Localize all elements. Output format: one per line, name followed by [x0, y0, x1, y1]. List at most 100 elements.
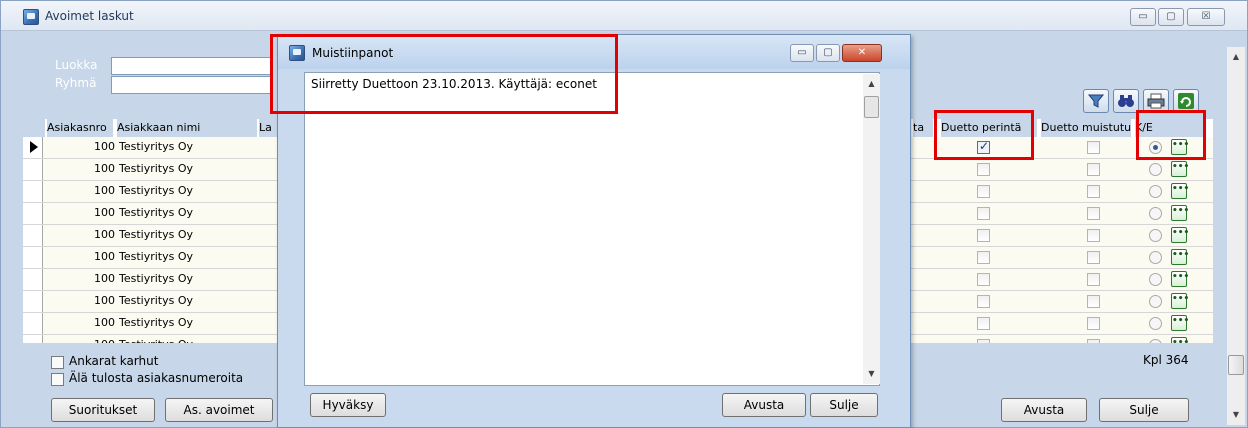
dialog-scrollbar[interactable]: ▲ ▼: [863, 74, 880, 384]
header-ta[interactable]: ta: [913, 119, 933, 137]
duetto-muistutus-checkbox[interactable]: [1087, 163, 1100, 176]
ala-tulosta-checkbox[interactable]: [51, 373, 64, 386]
maximize-button[interactable]: ▢: [1158, 8, 1184, 26]
ellipsis-icon[interactable]: •••: [1171, 293, 1189, 309]
asiakasnro-cell: 100: [94, 140, 115, 153]
duetto-perinta-checkbox[interactable]: [977, 139, 990, 154]
duetto-perinta-checkbox[interactable]: [977, 339, 990, 343]
asiakasnro-cell: 100: [94, 228, 115, 241]
duetto-muistutus-checkbox[interactable]: [1087, 317, 1100, 330]
print-icon[interactable]: [1143, 89, 1169, 113]
dialog-maximize-button[interactable]: ▢: [816, 44, 840, 62]
scroll-thumb[interactable]: [1228, 355, 1244, 375]
duetto-perinta-checkbox[interactable]: [977, 295, 990, 308]
header-duetto-perinta[interactable]: Duetto perintä: [941, 119, 1037, 137]
as-avoimet-button[interactable]: As. avoimet: [165, 398, 273, 422]
duetto-perinta-checkbox[interactable]: [977, 163, 990, 176]
duetto-muistutus-checkbox[interactable]: [1087, 273, 1100, 286]
current-row-arrow-icon: [30, 141, 38, 153]
asiakkaan-nimi-cell: Testiyritys Oy: [119, 228, 194, 241]
duetto-perinta-checkbox[interactable]: [977, 207, 990, 220]
row-selector[interactable]: [23, 203, 43, 224]
duetto-perinta-checkbox[interactable]: [977, 251, 990, 264]
ellipsis-icon[interactable]: •••: [1171, 139, 1189, 155]
duetto-muistutus-checkbox[interactable]: [1087, 185, 1100, 198]
header-ke[interactable]: K/E: [1135, 119, 1205, 137]
main-avusta-button[interactable]: Avusta: [1001, 398, 1087, 422]
asiakkaan-nimi-cell: Testiyritys Oy: [119, 206, 194, 219]
luokka-input[interactable]: [111, 57, 271, 75]
asiakasnro-cell: 100: [94, 206, 115, 219]
asiakasnro-cell: 100: [94, 294, 115, 307]
row-selector[interactable]: [23, 269, 43, 290]
duetto-muistutus-checkbox[interactable]: [1087, 295, 1100, 308]
record-count: Kpl 364: [1143, 353, 1189, 367]
ke-radio[interactable]: [1149, 141, 1162, 154]
main-titlebar: Avoimet laskut ▭ ▢ ☒: [1, 1, 1247, 31]
ala-tulosta-label: Älä tulosta asiakasnumeroita: [69, 371, 244, 385]
ellipsis-icon[interactable]: •••: [1171, 271, 1189, 287]
dialog-scroll-down-icon[interactable]: ▼: [863, 366, 880, 382]
dialog-footer: Hyväksy Avusta Sulje: [278, 387, 910, 427]
ke-radio[interactable]: [1149, 163, 1162, 176]
duetto-muistutus-checkbox[interactable]: [1087, 229, 1100, 242]
ellipsis-icon[interactable]: •••: [1171, 249, 1189, 265]
asiakkaan-nimi-cell: Testiyritys Oy: [119, 338, 193, 343]
header-duetto-muistutus[interactable]: Duetto muistutus: [1041, 119, 1131, 137]
ke-radio[interactable]: [1149, 273, 1162, 286]
main-sulje-button[interactable]: Sulje: [1099, 398, 1189, 422]
row-selector[interactable]: [23, 225, 43, 246]
duetto-muistutus-checkbox[interactable]: [1087, 207, 1100, 220]
ellipsis-icon[interactable]: •••: [1171, 315, 1189, 331]
ke-radio[interactable]: [1149, 185, 1162, 198]
suoritukset-button[interactable]: Suoritukset: [51, 398, 155, 422]
notes-textarea[interactable]: Siirretty Duettoon 23.10.2013. Käyttäjä:…: [304, 72, 880, 386]
minimize-button[interactable]: ▭: [1130, 8, 1156, 26]
dialog-avusta-button[interactable]: Avusta: [722, 393, 806, 417]
ke-radio[interactable]: [1149, 229, 1162, 242]
duetto-perinta-checkbox[interactable]: [977, 317, 990, 330]
refresh-icon[interactable]: [1173, 89, 1199, 113]
duetto-perinta-checkbox[interactable]: [977, 185, 990, 198]
ryhma-input[interactable]: [111, 76, 271, 94]
binoculars-icon[interactable]: [1113, 89, 1139, 113]
row-selector[interactable]: [23, 159, 43, 180]
ellipsis-icon[interactable]: •••: [1171, 161, 1189, 177]
close-button[interactable]: ☒: [1187, 8, 1225, 26]
ellipsis-icon[interactable]: •••: [1171, 337, 1189, 343]
ke-radio[interactable]: [1149, 251, 1162, 264]
header-asiakasnro[interactable]: Asiakasnro: [47, 119, 113, 137]
dialog-scroll-up-icon[interactable]: ▲: [863, 76, 880, 92]
row-selector[interactable]: [23, 291, 43, 312]
row-selector[interactable]: [23, 247, 43, 268]
ellipsis-icon[interactable]: •••: [1171, 227, 1189, 243]
dialog-scroll-thumb[interactable]: [864, 96, 879, 118]
duetto-muistutus-checkbox[interactable]: [1087, 251, 1100, 264]
ke-radio[interactable]: [1149, 295, 1162, 308]
duetto-perinta-checkbox[interactable]: [977, 229, 990, 242]
dialog-close-button[interactable]: ✕: [842, 44, 882, 62]
ellipsis-icon[interactable]: •••: [1171, 183, 1189, 199]
scroll-down-icon[interactable]: ▼: [1227, 407, 1245, 423]
ke-radio[interactable]: [1149, 317, 1162, 330]
scroll-up-icon[interactable]: ▲: [1227, 49, 1245, 65]
row-selector[interactable]: [23, 181, 43, 202]
ankarat-karhut-checkbox[interactable]: [51, 356, 64, 369]
ke-radio[interactable]: [1149, 207, 1162, 220]
ke-radio[interactable]: [1149, 339, 1162, 343]
dialog-minimize-button[interactable]: ▭: [790, 44, 814, 62]
dialog-sulje-button[interactable]: Sulje: [810, 393, 878, 417]
duetto-perinta-checkbox[interactable]: [977, 273, 990, 286]
asiakkaan-nimi-cell: Testiyritys Oy: [119, 272, 194, 285]
row-selector[interactable]: [23, 137, 43, 158]
row-selector[interactable]: [23, 313, 43, 334]
duetto-muistutus-checkbox[interactable]: [1087, 141, 1100, 154]
header-asiakkaan-nimi[interactable]: Asiakkaan nimi: [117, 119, 257, 137]
row-selector[interactable]: [23, 335, 43, 343]
duetto-muistutus-checkbox[interactable]: [1087, 339, 1100, 343]
hyvaksy-button[interactable]: Hyväksy: [310, 393, 386, 417]
header-la[interactable]: La: [259, 119, 279, 137]
ellipsis-icon[interactable]: •••: [1171, 205, 1189, 221]
filter-icon[interactable]: [1083, 89, 1109, 113]
main-scrollbar[interactable]: ▲ ▼: [1227, 47, 1245, 425]
